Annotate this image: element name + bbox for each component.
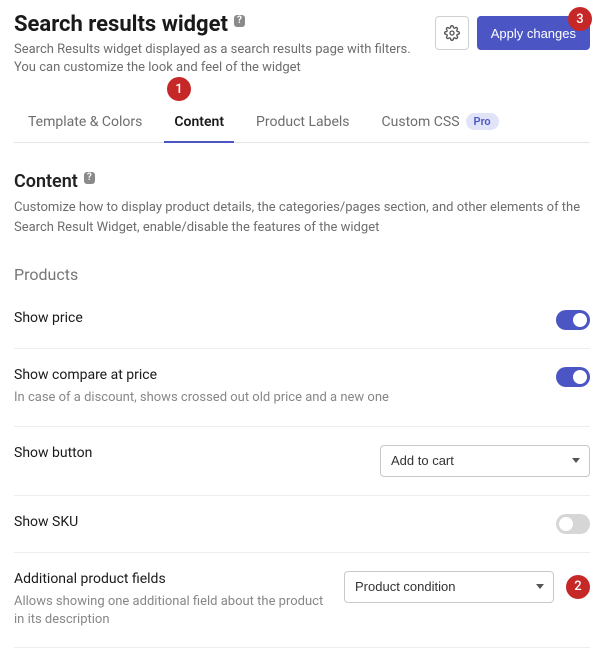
tab-custom-css-label: Custom CSS xyxy=(382,114,460,130)
settings-button[interactable] xyxy=(435,16,469,50)
pro-badge: Pro xyxy=(466,113,499,130)
page-description: Search Results widget displayed as a sea… xyxy=(14,41,435,77)
show-price-toggle[interactable] xyxy=(556,310,590,330)
callout-marker-1: 1 xyxy=(167,77,191,101)
help-icon[interactable]: ? xyxy=(84,172,95,184)
show-price-label: Show price xyxy=(14,310,540,326)
additional-fields-select[interactable]: Product condition xyxy=(344,571,554,603)
tabs: Template & Colors Content Product Labels… xyxy=(14,101,590,143)
help-icon[interactable]: ? xyxy=(234,15,245,27)
show-compare-help: In case of a discount, shows crossed out… xyxy=(14,389,540,407)
page-title-text: Search results widget xyxy=(14,12,228,37)
setting-show-button: Show button Add to cart xyxy=(14,427,590,496)
show-sku-label: Show SKU xyxy=(14,514,540,530)
header-actions: Apply changes xyxy=(435,16,590,50)
additional-fields-help: Allows showing one additional field abou… xyxy=(14,593,328,629)
setting-show-sku: Show SKU xyxy=(14,496,590,553)
show-compare-toggle[interactable] xyxy=(556,367,590,387)
page-header: Search results widget ? Search Results w… xyxy=(14,12,590,77)
products-subsection-title: Products xyxy=(14,265,590,284)
tab-product-labels[interactable]: Product Labels xyxy=(254,101,352,142)
tab-custom-css[interactable]: Custom CSS Pro xyxy=(380,101,501,142)
show-button-select[interactable]: Add to cart xyxy=(380,445,590,477)
tab-content[interactable]: Content xyxy=(172,101,226,142)
section-description: Customize how to display product details… xyxy=(14,198,590,237)
page-title: Search results widget ? xyxy=(14,12,435,37)
setting-show-compare: Show compare at price In case of a disco… xyxy=(14,349,590,426)
additional-fields-label: Additional product fields xyxy=(14,571,328,587)
show-sku-toggle[interactable] xyxy=(556,514,590,534)
content-section: Content ? Customize how to display produ… xyxy=(14,171,590,648)
section-title-text: Content xyxy=(14,171,78,192)
section-title: Content ? xyxy=(14,171,590,192)
show-button-label: Show button xyxy=(14,445,364,461)
setting-additional-fields: Additional product fields Allows showing… xyxy=(14,553,590,648)
show-compare-label: Show compare at price xyxy=(14,367,540,383)
setting-show-price: Show price xyxy=(14,292,590,349)
callout-marker-3: 3 xyxy=(568,7,592,31)
gear-icon xyxy=(444,25,460,41)
callout-marker-2: 2 xyxy=(566,575,590,599)
tab-template-colors[interactable]: Template & Colors xyxy=(26,101,144,142)
